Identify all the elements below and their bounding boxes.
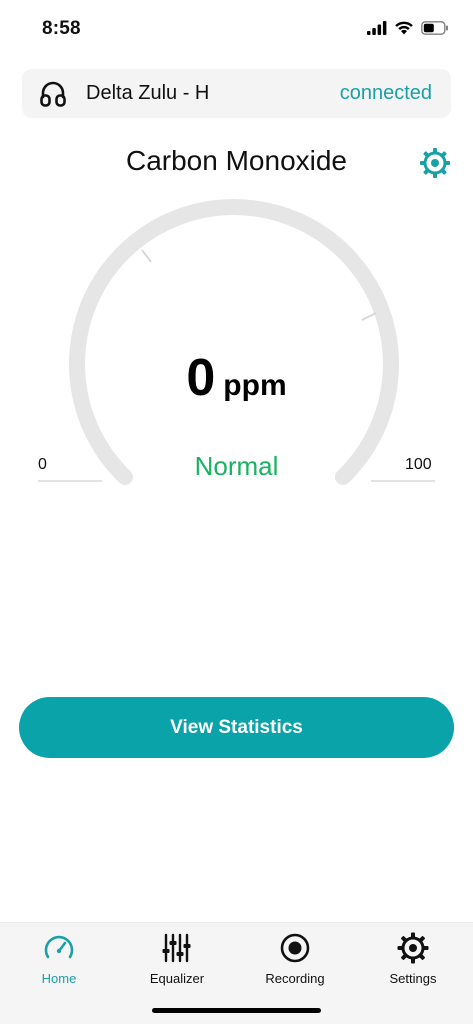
status-bar: 8:58 <box>0 0 473 60</box>
gauge-track <box>69 199 399 485</box>
gauge-value: 0 <box>186 349 216 407</box>
tab-settings[interactable]: Settings <box>358 931 468 991</box>
status-icons <box>367 20 449 35</box>
tab-label: Settings <box>389 971 437 986</box>
gauge-tick-left <box>141 249 152 263</box>
home-indicator <box>152 1008 321 1013</box>
view-statistics-button[interactable]: View Statistics <box>19 697 454 758</box>
gauge-reading: 0 ppm <box>0 348 473 408</box>
speedometer-icon <box>44 935 74 959</box>
gauge-min-divider <box>38 480 102 482</box>
gauge-tick-right <box>361 312 377 321</box>
device-card[interactable]: Delta Zulu - H connected <box>22 69 451 118</box>
app-screen: 8:58 Delta Zulu - H connected Carbon Mon… <box>0 0 473 1024</box>
gauge-status: Normal <box>194 451 279 481</box>
tab-label: Recording <box>265 971 325 986</box>
equalizer-sliders-icon <box>162 933 191 963</box>
battery-icon <box>421 20 448 35</box>
record-icon <box>280 933 310 963</box>
gear-icon[interactable] <box>418 146 452 180</box>
tab-equalizer[interactable]: Equalizer <box>122 931 232 991</box>
tab-home[interactable]: Home <box>4 931 114 991</box>
device-name: Delta Zulu - H <box>86 82 210 104</box>
gauge-min-label: 0 <box>38 456 47 473</box>
gauge-unit: ppm <box>223 369 287 402</box>
gauge-max-label: 100 <box>405 456 432 473</box>
cellular-signal-icon <box>367 20 387 35</box>
connection-status: connected <box>339 82 432 104</box>
headphones-icon <box>40 81 66 107</box>
tab-label: Home <box>41 971 77 986</box>
tab-recording[interactable]: Recording <box>240 931 350 991</box>
wifi-icon <box>395 21 413 35</box>
status-time: 8:58 <box>42 18 81 39</box>
tab-label: Equalizer <box>149 971 205 986</box>
sensor-title: Carbon Monoxide <box>125 145 348 176</box>
gear-icon <box>397 932 429 964</box>
gauge-max-divider <box>371 480 435 482</box>
